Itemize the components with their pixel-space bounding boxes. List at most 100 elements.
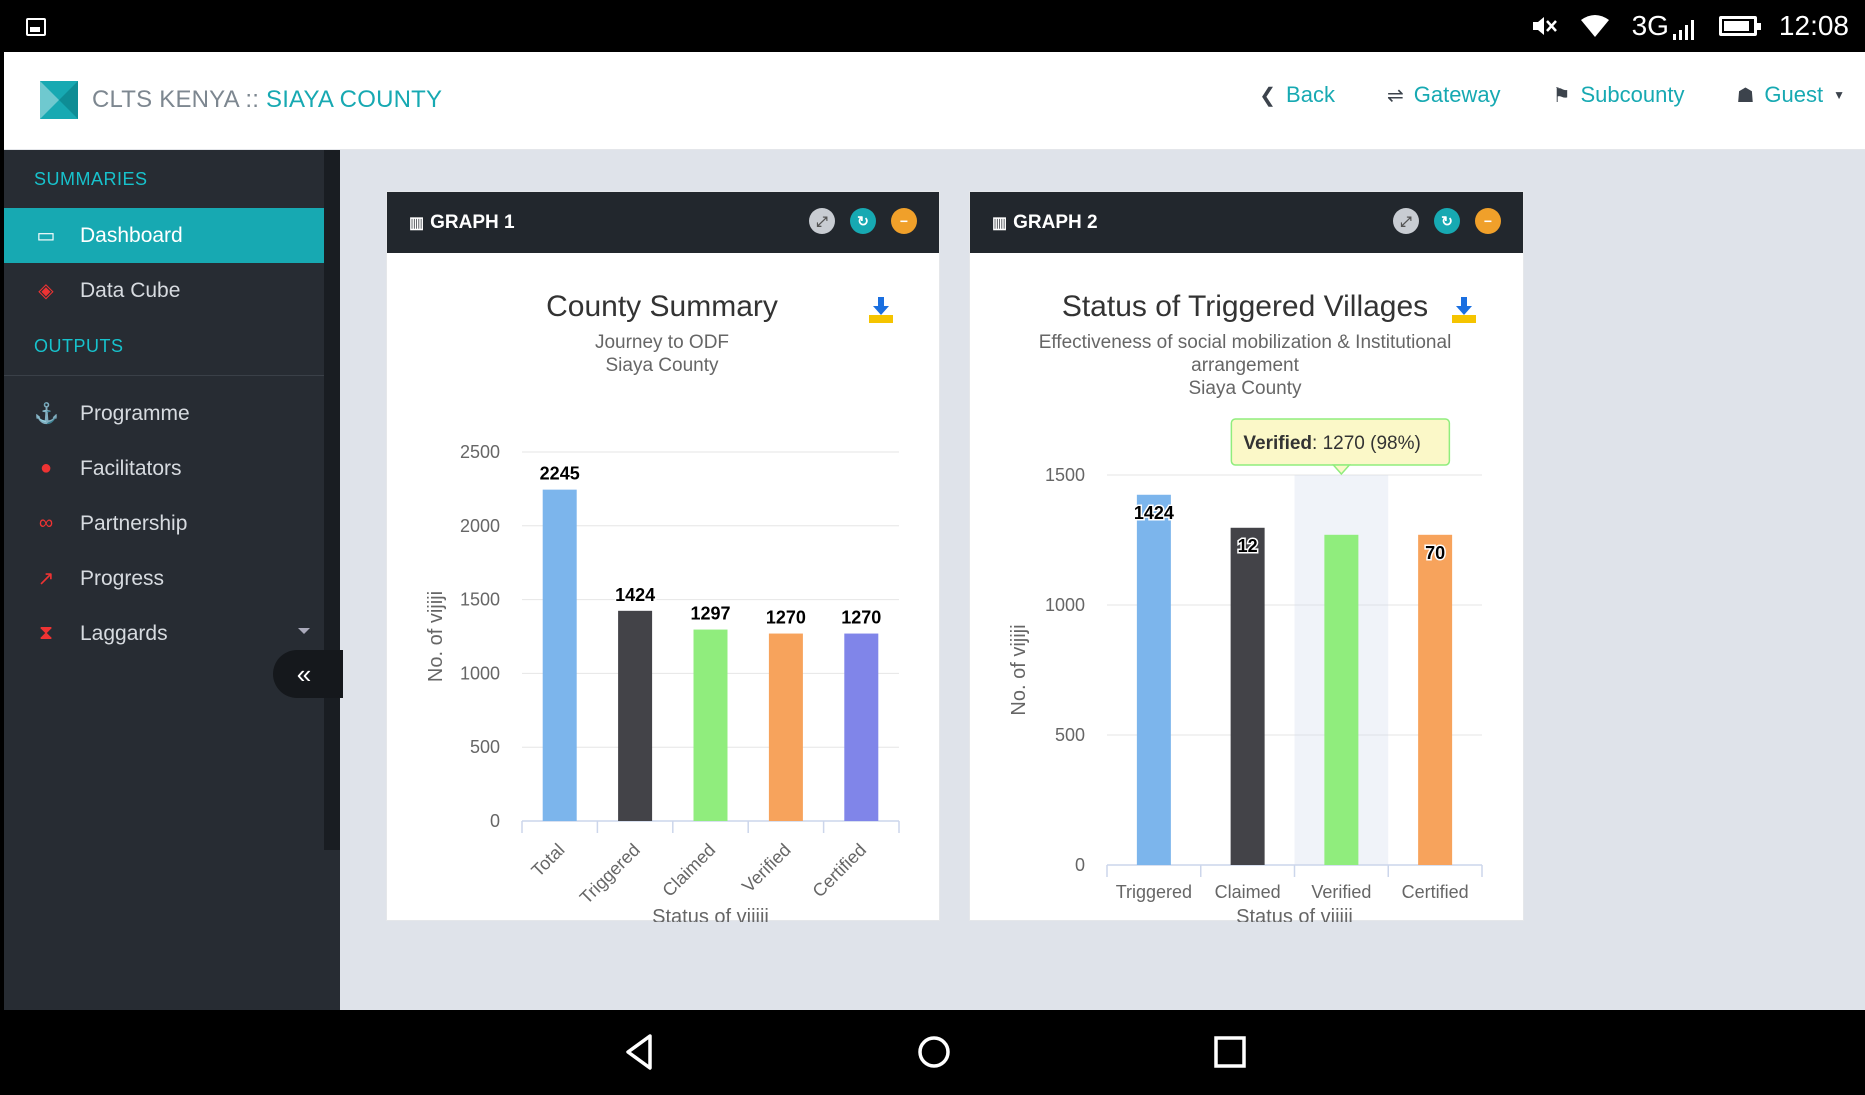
x-tick-label: Triggered [1116, 882, 1192, 902]
panel-header: ▥ GRAPH 1 ⤢ ↻ − [387, 192, 939, 253]
wifi-icon [1580, 15, 1609, 37]
chart-subtitle: Journey to ODF [595, 332, 729, 353]
expand-icon[interactable]: ⤢ [1393, 208, 1419, 234]
network-type: 3G [1631, 10, 1669, 41]
minimize-icon[interactable]: − [891, 208, 917, 234]
status-bar: 3G 12:08 [0, 0, 1865, 52]
bar-certified [844, 633, 879, 821]
sidebar-item-label: Programme [80, 401, 190, 425]
x-tick-label: Claimed [1215, 882, 1281, 902]
sidebar-item-label: Progress [80, 566, 165, 590]
x-tick-label: Certified [1402, 882, 1469, 902]
chart-title: Status of Triggered Villages [1062, 290, 1428, 323]
sidebar: SUMMARIES ▭ Dashboard ◈ Data Cube OUTPUT… [4, 150, 340, 1010]
bar-verified [1324, 534, 1359, 865]
device-screen: 3G 12:08 CLTS KENYA:: SIAYA COUNTY ❮ Ba… [0, 0, 1865, 1095]
bar-chart-icon: ▥ [409, 214, 425, 232]
refresh-icon[interactable]: ↻ [1434, 208, 1460, 234]
panel-title: GRAPH 1 [430, 211, 515, 233]
collapse-sidebar-button[interactable]: « [273, 650, 343, 698]
chart-subtitle: arrangement [1191, 355, 1299, 376]
x-tick-label: Certified [809, 840, 871, 902]
guest-label: Guest [1764, 82, 1824, 107]
data-label: 1297 [690, 604, 730, 624]
bar-chart-icon: ▥ [992, 214, 1008, 232]
panel-tools: ⤢ ↻ − [1393, 208, 1501, 234]
download-icon[interactable] [867, 295, 895, 325]
line-chart-icon: ↗ [37, 568, 55, 590]
data-label: 2245 [540, 464, 580, 484]
x-tick-label: Total [527, 840, 568, 881]
mute-icon [1532, 17, 1557, 35]
chart-container: County Summary Journey to ODF Siaya County… [387, 253, 939, 922]
chart-subtitle: Siaya County [605, 355, 719, 376]
x-axis-title: Status of vijiji [1236, 906, 1353, 922]
minimize-icon[interactable]: − [1475, 208, 1501, 234]
recent-apps-square-icon[interactable] [1208, 1030, 1252, 1074]
sidebar-item-partnership[interactable]: ∞ Partnership [4, 496, 340, 551]
y-tick-label: 1500 [1045, 465, 1085, 485]
refresh-icon[interactable]: ↻ [850, 208, 876, 234]
data-label: 70 [1425, 543, 1445, 563]
bar-triggered [1136, 494, 1171, 865]
sidebar-item-facilitators[interactable]: ● Facilitators [4, 441, 340, 496]
laptop-icon: ▭ [36, 225, 56, 247]
sidebar-item-programme[interactable]: ⚓ Programme [4, 386, 340, 441]
handshake-icon: ∞ [38, 512, 54, 534]
sidebar-item-label: Partnership [80, 511, 188, 535]
y-tick-label: 2500 [460, 442, 500, 462]
data-label: 1424 [1134, 503, 1174, 523]
panel-header: ▥ GRAPH 2 ⤢ ↻ − [970, 192, 1523, 253]
clts-logo-icon [40, 81, 78, 119]
users-icon: ● [39, 457, 53, 479]
y-tick-label: 1000 [1045, 595, 1085, 615]
sidebar-item-label: Facilitators [80, 456, 182, 480]
gateway-label: Gateway [1413, 82, 1501, 107]
sidebar-item-label: Dashboard [80, 223, 183, 247]
x-tick-label: Verified [738, 840, 795, 897]
data-label: 1424 [615, 585, 655, 605]
graph-2-panel: ▥ GRAPH 2 ⤢ ↻ − Status of Triggered Vill… [969, 191, 1524, 922]
x-axis-title: Status of vijiji [652, 906, 769, 922]
sidebar-scrollbar[interactable] [324, 150, 340, 850]
chart-title: County Summary [546, 290, 778, 323]
bar-verified [768, 633, 803, 821]
nav-links: ❮ Back ⇌ Gateway ⚑ Subcounty ☗ Guest ▼ [1259, 82, 1845, 108]
back-link[interactable]: ❮ Back [1259, 82, 1335, 108]
sidebar-item-label: Data Cube [80, 278, 181, 302]
bar-claimed [1230, 527, 1265, 865]
y-tick-label: 2000 [460, 516, 500, 536]
home-circle-icon[interactable] [912, 1030, 956, 1074]
top-navbar: CLTS KENYA :: SIAYA COUNTY ❮ Back ⇌ Gate… [4, 52, 1865, 150]
back-triangle-icon[interactable] [618, 1030, 662, 1074]
data-label: 12 [1238, 536, 1258, 556]
panel-tools: ⤢ ↻ − [809, 208, 917, 234]
y-tick-label: 0 [1075, 855, 1085, 875]
subcounty-link[interactable]: ⚑ Subcounty [1553, 82, 1685, 108]
guest-menu[interactable]: ☗ Guest ▼ [1736, 82, 1845, 108]
chart-subtitle: Effectiveness of social mobilization & I… [1039, 332, 1452, 353]
gallery-notification-icon [26, 18, 46, 36]
chart-subtitle: Siaya County [1188, 378, 1302, 399]
expand-icon[interactable]: ⤢ [809, 208, 835, 234]
y-axis-title: No. of vijiji [425, 591, 447, 682]
signal-icon [1672, 20, 1694, 40]
bar-triggered [618, 610, 653, 821]
download-icon[interactable] [1450, 295, 1478, 325]
caret-down-icon: ▼ [1833, 88, 1845, 102]
x-tick-label: Verified [1311, 882, 1371, 902]
sidebar-item-dashboard[interactable]: ▭ Dashboard [4, 208, 340, 263]
tooltip-text: Verified: 1270 (98%) [1243, 433, 1420, 454]
x-tick-label: Claimed [658, 840, 719, 901]
sidebar-item-data-cube[interactable]: ◈ Data Cube [4, 263, 340, 318]
subcounty-label: Subcounty [1580, 82, 1685, 107]
y-tick-label: 500 [1055, 725, 1085, 745]
sidebar-item-progress[interactable]: ↗ Progress [4, 551, 340, 606]
brand[interactable]: CLTS KENYA :: SIAYA COUNTY [40, 81, 442, 119]
chevron-left-circle-icon: ❮ [1259, 84, 1277, 107]
gateway-link[interactable]: ⇌ Gateway [1387, 82, 1501, 108]
bar-claimed [693, 629, 728, 821]
panel-title: GRAPH 2 [1013, 211, 1098, 233]
y-tick-label: 0 [490, 811, 500, 831]
web-app: CLTS KENYA :: SIAYA COUNTY ❮ Back ⇌ Gate… [4, 52, 1865, 1010]
